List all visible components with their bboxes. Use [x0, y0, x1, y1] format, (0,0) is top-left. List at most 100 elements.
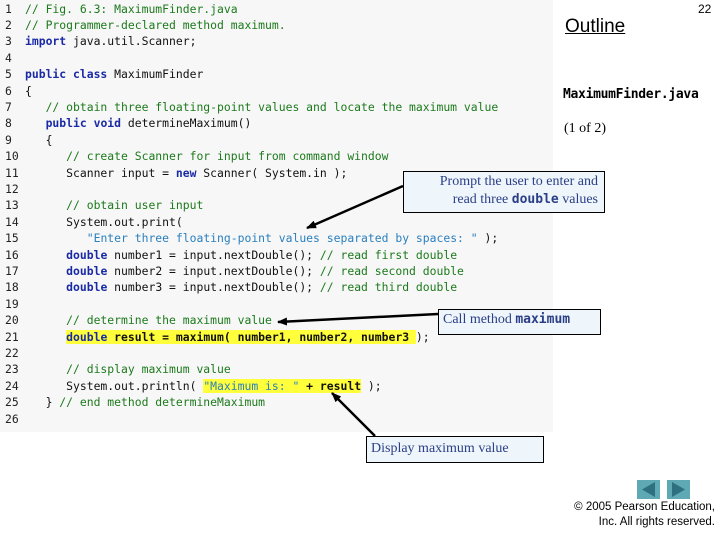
code-token: // obtain three floating-point values an… — [25, 99, 499, 114]
code-token: ); — [415, 329, 430, 344]
copyright-notice: © 2005 Pearson Education, Inc. All right… — [565, 500, 715, 530]
callout-prompt-user: Prompt the user to enter and read three … — [403, 171, 605, 213]
code-listing: 1 // Fig. 6.3: MaximumFinder.java 2 // Prog… — [0, 0, 553, 432]
callout-text: Call method — [443, 312, 516, 327]
page-indicator: (1 of 2) — [564, 121, 606, 136]
code-token: "Enter three floating-point values separ… — [86, 231, 478, 246]
line-number: 11 — [5, 165, 19, 180]
code-token: // obtain user input — [25, 198, 204, 213]
code-line: 23 // display maximum value — [0, 361, 231, 377]
code-token: // read third double — [319, 280, 458, 295]
next-slide-button[interactable] — [667, 480, 690, 499]
code-token: "Maximum is: " — [203, 378, 300, 393]
code-text: double number2 = input.nextDouble(); // … — [25, 263, 464, 279]
code-text: // obtain three floating-point values an… — [25, 99, 499, 115]
line-number: 3 — [5, 34, 12, 49]
code-line: 4 — [0, 50, 25, 66]
code-line: 19 — [0, 296, 25, 312]
code-line: 10 // create Scanner for input from comm… — [0, 148, 388, 164]
code-text: Scanner input = new Scanner( System.in )… — [25, 165, 347, 181]
line-number: 7 — [5, 99, 12, 114]
code-token: determineMaximum() — [121, 116, 252, 131]
line-number: 9 — [5, 132, 12, 147]
line-number: 19 — [5, 296, 19, 311]
line-number: 14 — [5, 214, 19, 229]
code-token: // Fig. 6.3: MaximumFinder.java — [25, 1, 238, 16]
line-number: 4 — [5, 50, 12, 65]
callout-text: Display maximum value — [371, 441, 509, 456]
code-text: import java.util.Scanner; — [25, 33, 196, 49]
line-number: 2 — [5, 17, 12, 32]
code-text: { — [25, 83, 32, 99]
line-number: 12 — [5, 181, 19, 196]
previous-slide-button[interactable] — [637, 480, 660, 499]
code-line: 16 double number1 = input.nextDouble(); … — [0, 247, 457, 263]
code-token: + result — [299, 378, 362, 393]
line-number: 8 — [5, 116, 12, 131]
code-token: MaximumFinder — [107, 67, 204, 82]
line-number: 1 — [5, 1, 12, 16]
slide-number: 22 — [698, 2, 712, 16]
line-number: 20 — [5, 313, 19, 328]
code-line: 7 // obtain three floating-point values … — [0, 99, 498, 115]
code-token: Scanner input = — [25, 165, 176, 180]
code-token: double — [66, 280, 108, 295]
line-number: 5 — [5, 67, 12, 82]
line-number: 26 — [5, 411, 19, 426]
line-number: 17 — [5, 263, 19, 278]
code-token: number2 = input.nextDouble(); — [107, 263, 320, 278]
code-line: 1 // Fig. 6.3: MaximumFinder.java — [0, 1, 238, 17]
code-token: } — [25, 395, 60, 410]
copyright-line-2: Inc. All rights reserved. — [598, 516, 715, 528]
code-token: // Programmer-declared method maximum. — [25, 17, 286, 32]
left-triangle-icon — [642, 482, 655, 497]
callout-display-value: Display maximum value — [366, 436, 544, 463]
copyright-line-1: © 2005 Pearson Education, — [574, 501, 715, 513]
code-text: double number1 = input.nextDouble(); // … — [25, 247, 457, 263]
callout-prompt-line1: Prompt the user to enter and — [439, 174, 598, 189]
code-token: ); — [361, 378, 382, 393]
callout-text: values — [558, 192, 598, 207]
code-token: // display maximum value — [25, 362, 231, 377]
code-token: System.out.print( — [25, 214, 183, 229]
code-token: java.util.Scanner; — [66, 34, 197, 49]
code-text: System.out.print( — [25, 214, 183, 230]
code-text: "Enter three floating-point values separ… — [25, 230, 498, 246]
code-line: 21 double result = maximum( number1, num… — [0, 329, 430, 345]
code-token: double — [66, 263, 108, 278]
code-token: { — [25, 132, 53, 147]
code-text: // Fig. 6.3: MaximumFinder.java — [25, 1, 238, 17]
code-line: 3 import java.util.Scanner; — [0, 33, 196, 49]
code-line: 18 double number3 = input.nextDouble(); … — [0, 279, 457, 295]
line-number: 13 — [5, 198, 19, 213]
code-text: // obtain user input — [25, 197, 203, 213]
outline-link[interactable]: Outline — [565, 16, 625, 38]
code-text: { — [25, 132, 53, 148]
line-number: 21 — [5, 329, 19, 344]
line-number: 10 — [5, 149, 19, 164]
code-token: // end method determineMaximum — [59, 395, 266, 410]
code-line: 12 — [0, 181, 25, 197]
code-token: number3 = input.nextDouble(); — [107, 280, 320, 295]
callout-prompt-line2: read three double values — [408, 191, 598, 209]
code-token: ); — [477, 231, 499, 246]
code-token: double — [66, 329, 108, 344]
line-number: 15 — [5, 231, 19, 246]
code-token: Scanner( System.in ); — [196, 165, 348, 180]
code-token: number1 = input.nextDouble(); — [107, 247, 320, 262]
code-token: // read second double — [319, 263, 464, 278]
line-number: 16 — [5, 247, 19, 262]
code-token: // create Scanner for input from command… — [25, 149, 389, 164]
code-line: 13 // obtain user input — [0, 197, 203, 213]
code-text: // display maximum value — [25, 361, 231, 377]
callout-code: maximum — [515, 312, 571, 327]
code-token: public class — [25, 67, 108, 82]
code-text: double number3 = input.nextDouble(); // … — [25, 279, 457, 295]
code-token: public void — [45, 116, 122, 131]
line-number: 23 — [5, 362, 19, 377]
